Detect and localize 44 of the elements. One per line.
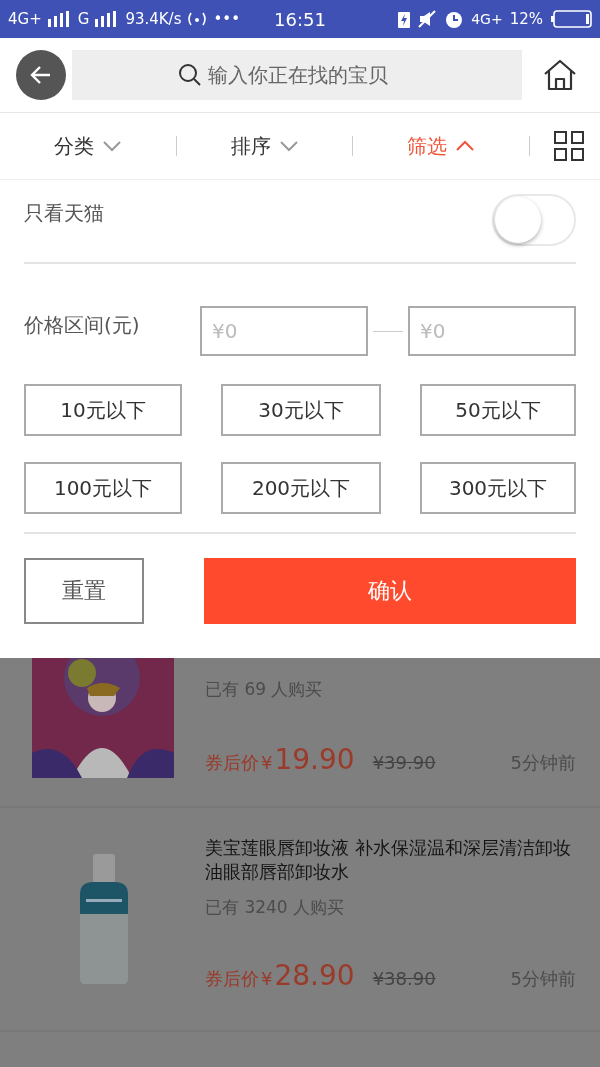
min-price-field[interactable]: ¥0: [200, 306, 368, 356]
tmall-only-label: 只看天猫: [24, 200, 104, 227]
battery-icon: [550, 10, 592, 28]
grid-icon: [554, 131, 584, 161]
hotspot-icon: [186, 11, 209, 27]
price-preset-button[interactable]: 100元以下: [24, 462, 182, 514]
more-indicator: •••: [213, 10, 241, 28]
price: 19.90: [274, 743, 355, 776]
home-icon: [542, 58, 578, 92]
price-preset-button[interactable]: 30元以下: [221, 384, 381, 436]
currency-symbol: ¥: [261, 752, 273, 773]
network-type: 4G+: [8, 10, 42, 28]
reset-button[interactable]: 重置: [24, 558, 144, 624]
max-price-field[interactable]: ¥0: [408, 306, 576, 356]
price: 28.90: [274, 959, 355, 992]
chevron-icon: [101, 140, 122, 152]
filter-tab[interactable]: 排序: [176, 131, 353, 161]
product-title: 美宝莲眼唇卸妆液 补水保湿温和深层清洁卸妆油眼部唇部卸妆水: [205, 836, 572, 884]
price-preset-button[interactable]: 50元以下: [420, 384, 576, 436]
price-preset-button[interactable]: 300元以下: [420, 462, 576, 514]
price-label: 券后价: [205, 751, 259, 775]
mute-icon: [417, 10, 438, 28]
network-type: 4G+: [471, 11, 503, 27]
chevron-icon: [278, 140, 299, 152]
battery-saver-icon: [398, 10, 411, 28]
price-preset-button[interactable]: 200元以下: [221, 462, 381, 514]
clock: 16:51: [274, 8, 326, 30]
original-price: ¥38.90: [372, 968, 436, 989]
price-preset-button[interactable]: 10元以下: [24, 384, 182, 436]
currency-symbol: ¥: [261, 968, 273, 989]
battery-percent: 12%: [509, 10, 543, 28]
filter-tab[interactable]: 分类: [0, 131, 176, 161]
price-label: 券后价: [205, 967, 259, 991]
filter-tab[interactable]: 筛选: [353, 131, 529, 161]
search-field[interactable]: 输入你正在找的宝贝: [72, 50, 522, 100]
back-button[interactable]: [16, 50, 66, 100]
search-icon: [178, 63, 202, 87]
alarm-icon: [444, 9, 465, 29]
network-type: G: [77, 10, 90, 28]
network-speed: 93.4K/s: [125, 10, 182, 28]
chevron-icon: [455, 140, 476, 152]
original-price: ¥39.90: [372, 752, 436, 773]
toggle-switch[interactable]: [492, 194, 576, 246]
price-range-label: 价格区间(元): [24, 311, 141, 339]
